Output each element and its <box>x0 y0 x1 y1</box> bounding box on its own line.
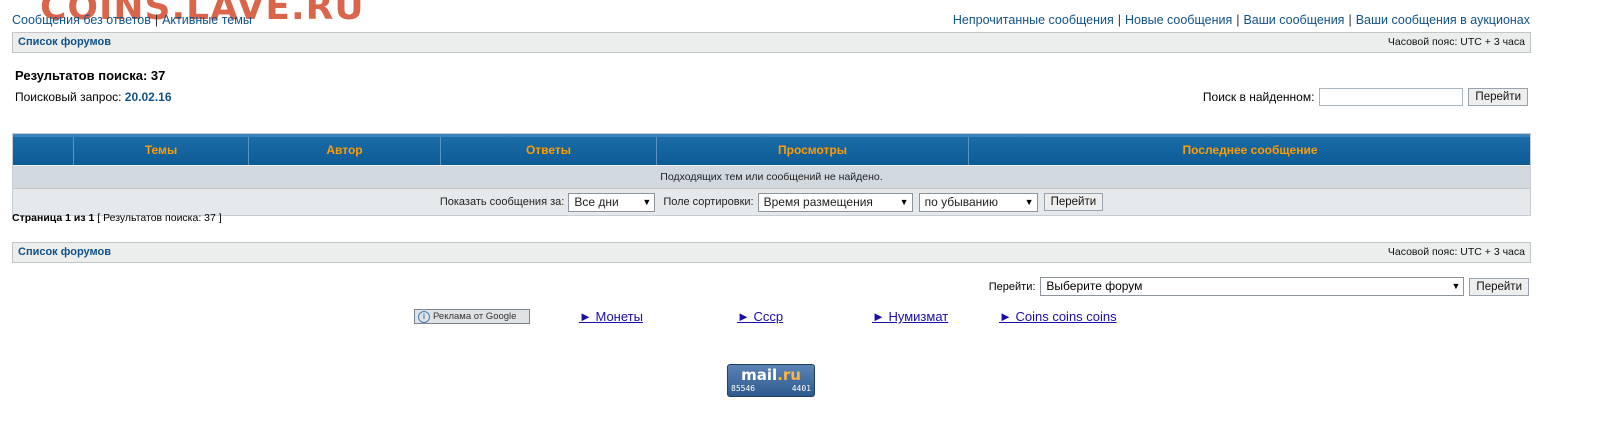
query-label: Поисковый запрос: <box>15 90 122 104</box>
ad-link-numismat[interactable]: ► Нумизмат <box>872 309 948 324</box>
table-header: Темы Автор Ответы Просмотры Последнее со… <box>13 134 1530 165</box>
sort-options-row: Показать сообщения за: Все дни ▼ Поле со… <box>13 188 1530 215</box>
results-table: Темы Автор Ответы Просмотры Последнее со… <box>12 133 1531 216</box>
mail-ru-counter[interactable]: mail.ru 85546 4401 <box>727 364 815 397</box>
ads-badge-label: Реклама от Google <box>433 311 517 322</box>
link-new-posts[interactable]: Новые сообщения <box>1125 13 1232 27</box>
page-number-text: Страница 1 из 1 <box>12 212 95 224</box>
link-unread[interactable]: Непрочитанные сообщения <box>953 13 1114 27</box>
jump-go-button[interactable]: Перейти <box>1469 277 1529 296</box>
empty-results-row: Подходящих тем или сообщений не найдено. <box>13 165 1530 188</box>
jump-to-forum: Перейти: Выберите форум ▼ Перейти <box>989 277 1529 296</box>
ad-links-bar: i Реклама от Google ► Монеты ► Ссср ► Ну… <box>0 309 1600 329</box>
link-auction-posts[interactable]: Ваши сообщения в аукционах <box>1356 13 1530 27</box>
counter-logo-main: mail <box>741 366 778 384</box>
counter-right: 4401 <box>791 384 811 393</box>
chevron-down-icon: ▼ <box>1451 281 1461 291</box>
forum-list-link-bottom[interactable]: Список форумов <box>18 246 111 258</box>
query-value: 20.02.16 <box>124 90 172 104</box>
days-select[interactable]: Все дни ▼ <box>568 192 656 212</box>
header-icon-col <box>13 137 73 165</box>
ad-link-coins-coins[interactable]: ► Coins coins coins <box>999 309 1117 324</box>
pagination: Страница 1 из 1 [ Результатов поиска: 37… <box>12 212 222 224</box>
ad-link-ussr[interactable]: ► Ссср <box>737 309 783 324</box>
forum-list-link[interactable]: Список форумов <box>18 36 111 48</box>
forum-select-value: Выберите форум <box>1046 279 1143 293</box>
sort-field-label: Поле сортировки: <box>663 196 754 208</box>
timezone-label-bottom: Часовой пояс: UTC + 3 часа <box>1387 246 1525 258</box>
navbar-bottom: Список форумов Часовой пояс: UTC + 3 час… <box>12 242 1531 263</box>
link-your-posts[interactable]: Ваши сообщения <box>1243 13 1344 27</box>
search-in-found: Поиск в найденном: Перейти <box>1203 88 1528 106</box>
sort-go-button[interactable]: Перейти <box>1043 193 1104 211</box>
counter-logo-ru: .ru <box>777 366 801 384</box>
navbar-top: Список форумов Часовой пояс: UTC + 3 час… <box>12 32 1531 53</box>
forum-select[interactable]: Выберите форум ▼ <box>1040 277 1465 296</box>
top-links-left: Сообщения без ответов | Активные темы <box>12 13 252 27</box>
ad-link-coins[interactable]: ► Монеты <box>579 309 643 324</box>
chevron-down-icon: ▼ <box>899 196 909 207</box>
timezone-label: Часовой пояс: UTC + 3 часа <box>1387 36 1525 48</box>
header-topics: Темы <box>73 137 248 165</box>
jump-label: Перейти: <box>988 280 1036 293</box>
search-in-found-button[interactable]: Перейти <box>1468 88 1528 106</box>
sort-order-value: по убыванию <box>924 194 998 209</box>
sort-field-value: Время размещения <box>763 194 873 209</box>
results-title: Результатов поиска: 37 <box>15 68 166 83</box>
header-author: Автор <box>248 137 440 165</box>
header-views: Просмотры <box>656 137 968 165</box>
search-query: Поисковый запрос: 20.02.16 <box>15 90 172 104</box>
chevron-down-icon: ▼ <box>642 196 652 207</box>
search-in-found-label: Поиск в найденном: <box>1202 90 1315 104</box>
link-unanswered[interactable]: Сообщения без ответов <box>12 13 151 27</box>
counter-logo: mail.ru <box>728 366 814 384</box>
header-replies: Ответы <box>440 137 656 165</box>
counter-numbers: 85546 4401 <box>731 384 811 394</box>
chevron-down-icon: ▼ <box>1024 196 1034 207</box>
link-active-topics[interactable]: Активные темы <box>162 13 252 27</box>
days-select-value: Все дни <box>574 194 619 209</box>
sort-order-select[interactable]: по убыванию ▼ <box>918 192 1038 212</box>
info-icon: i <box>418 310 430 323</box>
sort-field-select[interactable]: Время размещения ▼ <box>757 192 913 212</box>
show-posts-label: Показать сообщения за: <box>439 196 565 208</box>
counter-left: 85546 <box>731 384 756 393</box>
top-links-right: Непрочитанные сообщения | Новые сообщения |… <box>952 13 1530 27</box>
search-in-found-input[interactable] <box>1319 88 1464 106</box>
results-count-text: [ Результатов поиска: 37 ] <box>97 212 222 224</box>
google-ads-badge[interactable]: i Реклама от Google <box>414 309 530 324</box>
header-last-post: Последнее сообщение <box>968 137 1531 165</box>
